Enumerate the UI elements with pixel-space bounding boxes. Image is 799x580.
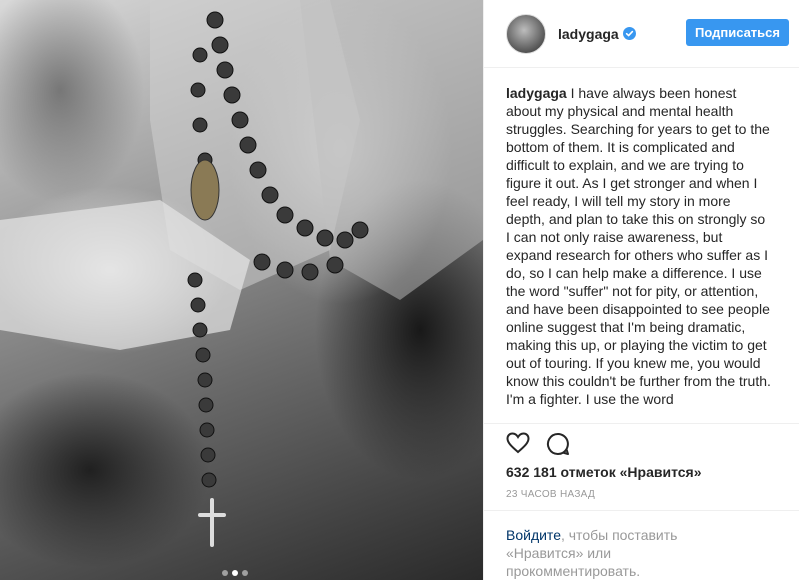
- heart-icon[interactable]: [506, 432, 530, 456]
- post-sidebar: ladygaga Подписаться ladygaga I have alw…: [483, 0, 799, 580]
- post-caption: ladygaga I have always been honest about…: [506, 84, 771, 424]
- caption-username[interactable]: ladygaga: [506, 85, 567, 101]
- like-count[interactable]: 632 181 отметок «Нравится»: [506, 464, 702, 480]
- post-header: ladygaga Подписаться: [484, 0, 799, 68]
- carousel-dots: [222, 570, 248, 576]
- post-timestamp[interactable]: 23 ЧАСОВ НАЗАД: [506, 489, 595, 500]
- action-icons: [506, 432, 570, 456]
- divider: [484, 510, 799, 511]
- login-prompt: Войдите, чтобы поставить «Нравится» или …: [506, 526, 736, 580]
- follow-button[interactable]: Подписаться: [685, 19, 789, 46]
- avatar[interactable]: [506, 13, 546, 54]
- login-link[interactable]: Войдите: [506, 527, 561, 543]
- carousel-dot-active: [232, 570, 238, 576]
- rosary-illustration: [0, 0, 483, 547]
- username-link[interactable]: ladygaga: [558, 26, 619, 42]
- post-photo[interactable]: [0, 0, 483, 580]
- comment-icon[interactable]: [546, 432, 570, 456]
- verified-badge-icon: [622, 27, 636, 40]
- divider: [484, 423, 799, 424]
- caption-text: I have always been honest about my physi…: [506, 85, 771, 407]
- carousel-dot: [222, 570, 228, 576]
- carousel-dot: [242, 570, 248, 576]
